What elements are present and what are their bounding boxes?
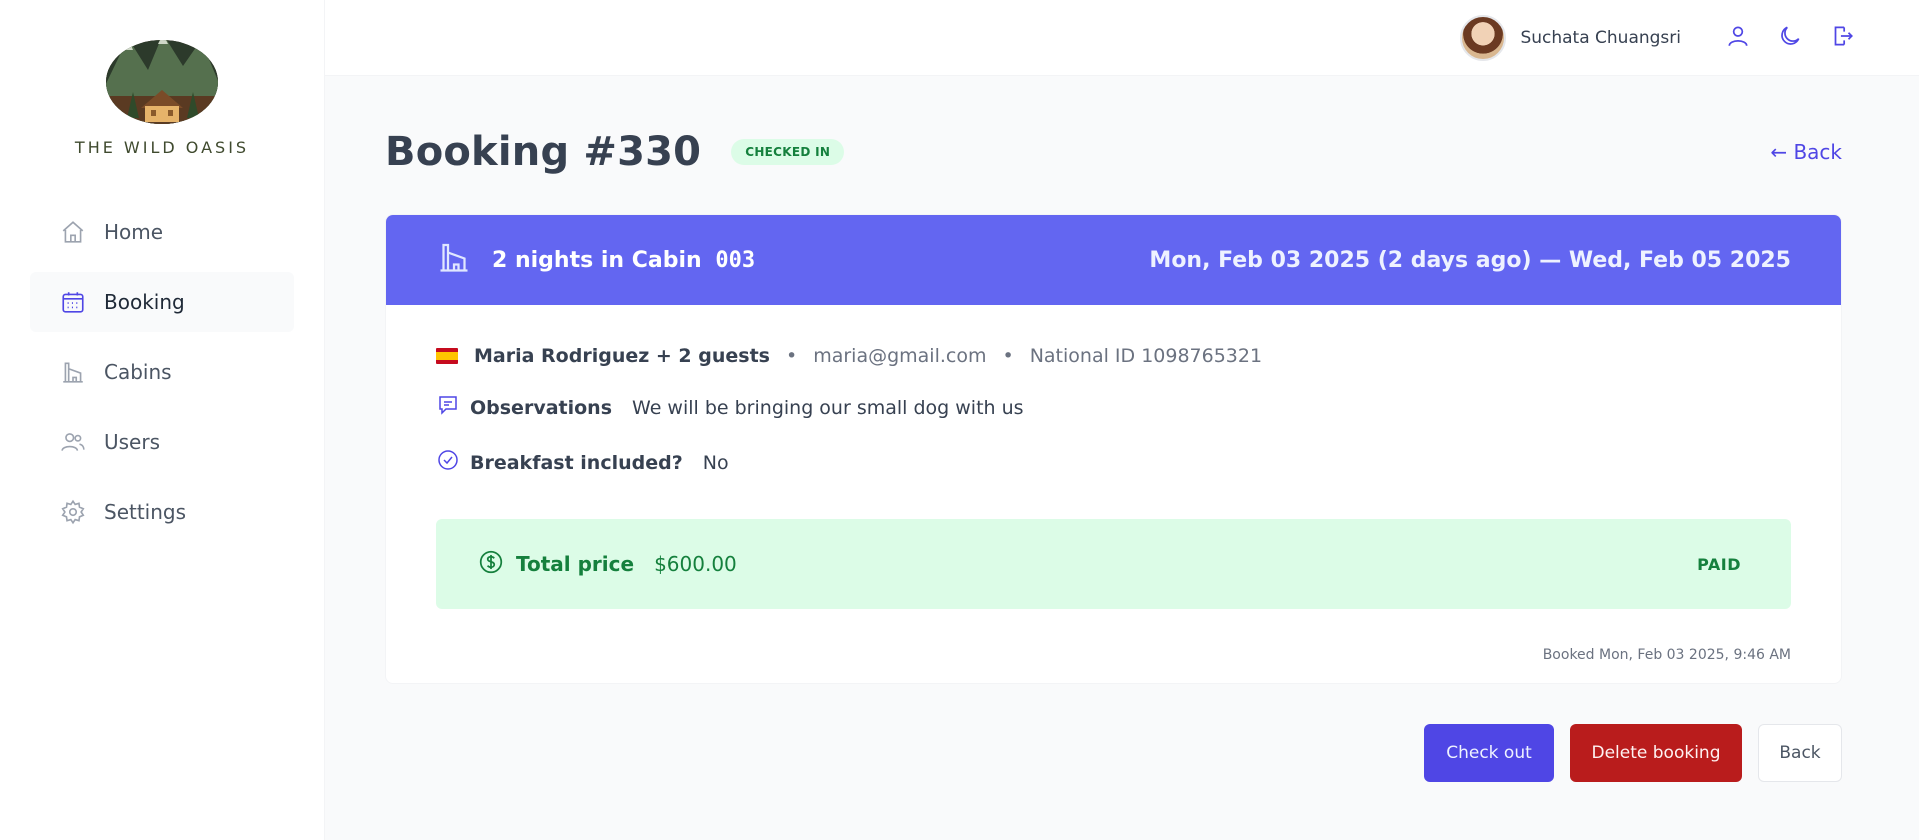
separator-dot: • [785, 345, 798, 367]
observations-value: We will be bringing our small dog with u… [632, 396, 1024, 419]
breakfast-label: Breakfast included? [470, 451, 683, 474]
chat-icon [436, 393, 460, 422]
breakfast-value: No [702, 451, 729, 474]
cabin-icon [436, 239, 472, 281]
booking-detail: Booking #330 CHECKED IN ← Back 2 nights … [325, 76, 1919, 782]
logo-text: THE WILD OASIS [74, 138, 250, 157]
national-id: National ID 1098765321 [1029, 345, 1263, 367]
total-price-box: Total price $600.00 PAID [436, 519, 1791, 609]
back-link[interactable]: ← Back [1770, 140, 1842, 164]
page-title: Booking #330 [385, 129, 702, 175]
sidebar-item-cabins[interactable]: Cabins [30, 342, 294, 402]
observations-row: Observations We will be bringing our sma… [436, 393, 1791, 422]
guest-row: Maria Rodriguez + 2 guests • maria@gmail… [436, 345, 1791, 367]
booking-dates: Mon, Feb 03 2025 (2 days ago) — Wed, Feb… [1149, 247, 1791, 273]
total-price-value: $600.00 [654, 552, 737, 576]
action-buttons: Check out Delete booking Back [385, 724, 1842, 782]
booking-card-body: Maria Rodriguez + 2 guests • maria@gmail… [386, 305, 1841, 683]
paid-status: PAID [1697, 554, 1741, 574]
cabin-icon [60, 359, 86, 385]
dark-mode-button[interactable] [1773, 21, 1807, 55]
sidebar-item-users[interactable]: Users [30, 412, 294, 472]
avatar [1460, 14, 1507, 61]
logo-icon [103, 30, 221, 126]
spain-flag-icon [436, 348, 458, 364]
main-area: Suchata Chuangsri Booking #330 CHECKED I… [325, 0, 1919, 840]
back-button[interactable]: Back [1758, 724, 1842, 782]
booked-at: Booked Mon, Feb 03 2025, 9:46 AM [1542, 647, 1791, 663]
check-out-button[interactable]: Check out [1424, 724, 1554, 782]
account-icon [1725, 23, 1751, 53]
separator-dot: • [1002, 345, 1014, 367]
app-root: THE WILD OASIS Home Booking Cabins Users… [0, 0, 1919, 840]
home-icon [60, 219, 86, 245]
user-info: Suchata Chuangsri [1460, 14, 1681, 61]
top-header: Suchata Chuangsri [325, 0, 1919, 76]
sidebar-item-home[interactable]: Home [30, 202, 294, 262]
booking-card-header: 2 nights in Cabin 003 Mon, Feb 03 2025 (… [386, 215, 1841, 305]
sidebar-item-label: Users [104, 430, 161, 454]
breakfast-row: Breakfast included? No [436, 448, 1791, 477]
cabin-code: 003 [715, 247, 756, 273]
delete-booking-button[interactable]: Delete booking [1570, 724, 1742, 782]
user-name: Suchata Chuangsri [1520, 27, 1681, 48]
observations-label: Observations [470, 396, 613, 419]
nights-text: 2 nights in Cabin [492, 247, 702, 273]
logout-icon [1829, 23, 1855, 53]
dark-mode-icon [1777, 23, 1803, 53]
booking-card: 2 nights in Cabin 003 Mon, Feb 03 2025 (… [385, 214, 1842, 684]
gear-icon [60, 499, 86, 525]
cabin-summary: 2 nights in Cabin 003 [436, 239, 755, 281]
check-circle-icon [436, 448, 460, 477]
calendar-icon [60, 289, 86, 315]
sidebar-nav: Home Booking Cabins Users Settings [30, 202, 294, 542]
sidebar-item-booking[interactable]: Booking [30, 272, 294, 332]
logo[interactable]: THE WILD OASIS [75, 30, 249, 157]
sidebar-item-label: Home [104, 220, 164, 244]
account-button[interactable] [1721, 21, 1755, 55]
title-row: Booking #330 CHECKED IN ← Back [385, 124, 1842, 180]
guest-email: maria@gmail.com [813, 345, 987, 367]
dollar-circle-icon [478, 549, 504, 579]
sidebar-item-settings[interactable]: Settings [30, 482, 294, 542]
sidebar-item-label: Cabins [104, 360, 172, 384]
sidebar-item-label: Settings [104, 500, 187, 524]
sidebar: THE WILD OASIS Home Booking Cabins Users… [0, 0, 325, 840]
logout-button[interactable] [1825, 21, 1859, 55]
total-price-label: Total price [516, 552, 635, 576]
guest-name: Maria Rodriguez + 2 guests [474, 345, 770, 367]
sidebar-item-label: Booking [104, 290, 185, 314]
status-badge: CHECKED IN [731, 139, 845, 165]
users-icon [60, 429, 86, 455]
